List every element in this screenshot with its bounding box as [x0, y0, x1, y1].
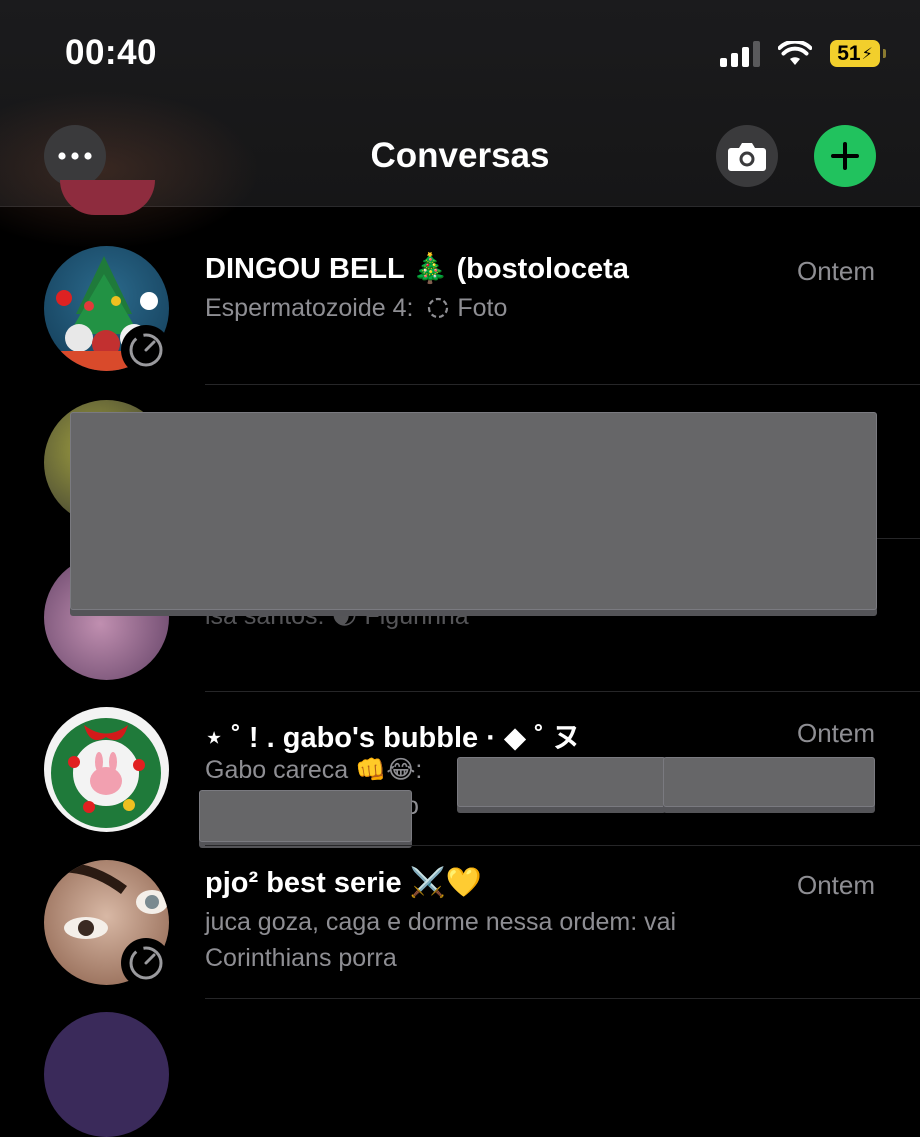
- conversation-name: pjo² best serie ⚔️💛: [205, 867, 482, 899]
- wifi-icon: [778, 40, 812, 65]
- camera-button[interactable]: [716, 125, 778, 187]
- redaction-box: [199, 790, 412, 842]
- charging-bolt-icon: ⚡: [861, 45, 873, 63]
- conversation-row[interactable]: pjo² best serie ⚔️💛 Ontem juca goza, cag…: [0, 846, 920, 998]
- conversation-preview: juca goza, caga e dorme nessa ordem: vai…: [205, 908, 677, 972]
- redaction-box: [70, 412, 877, 610]
- avatar: [44, 707, 169, 832]
- conversation-time: Ontem: [796, 870, 875, 900]
- avatar: [44, 1012, 169, 1137]
- preview-author: Espermatozoide 4:: [205, 294, 414, 322]
- conversation-name: ⋆ ˚ ! . gabo's bubble · ◆ ˚ ヌ: [205, 722, 581, 754]
- wreath-bunny-avatar-image: [51, 718, 161, 828]
- camera-icon: [728, 143, 766, 171]
- preview-text: Foto: [457, 294, 508, 322]
- status-icons: 51 ⚡: [720, 40, 886, 67]
- loading-icon: [428, 297, 449, 319]
- conversation-time: Ontem: [796, 256, 875, 286]
- redaction-box: [663, 757, 875, 807]
- battery-indicator: 51 ⚡: [830, 40, 886, 67]
- page-title: Conversas: [370, 136, 550, 175]
- conversation-time: Ontem: [796, 718, 875, 748]
- timer-badge: [121, 325, 171, 375]
- cellular-signal-icon: [720, 40, 760, 67]
- conversation-row[interactable]: DINGOU BELL 🎄 (bostoloceta Ontem Esperma…: [0, 230, 920, 382]
- plus-icon: [831, 142, 859, 170]
- conversation-preview: Espermatozoide 4: Foto: [205, 290, 765, 326]
- battery-level: 51: [837, 41, 861, 65]
- row-divider: [205, 998, 920, 999]
- row-divider: [205, 384, 920, 385]
- new-conversation-button[interactable]: [814, 125, 876, 187]
- disappearing-messages-icon: [129, 946, 163, 980]
- timer-badge: [121, 938, 171, 988]
- redaction-box: [457, 757, 666, 807]
- disappearing-messages-icon: [129, 333, 163, 367]
- header: 00:40 51 ⚡ Conversas: [0, 0, 920, 250]
- conversation-name: DINGOU BELL 🎄 (bostoloceta: [205, 253, 629, 285]
- status-time: 00:40: [65, 33, 158, 72]
